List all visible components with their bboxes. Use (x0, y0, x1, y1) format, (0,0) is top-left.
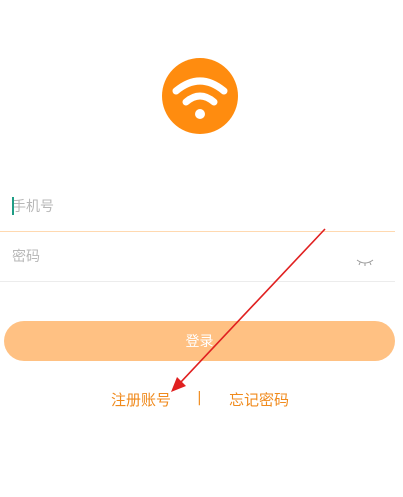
eye-closed-icon[interactable] (355, 252, 375, 266)
phone-input[interactable] (12, 194, 332, 220)
forgot-password-link[interactable]: 忘记密码 (229, 389, 289, 410)
login-button[interactable]: 登录 (4, 321, 395, 361)
wifi-logo-icon (162, 58, 238, 134)
register-link[interactable]: 注册账号 (111, 389, 171, 410)
phone-field (0, 182, 395, 232)
login-screen: 登录 注册账号 | 忘记密码 (0, 0, 403, 497)
link-divider: | (197, 390, 202, 406)
password-input[interactable] (12, 244, 332, 270)
password-field (0, 232, 395, 282)
text-cursor (12, 197, 14, 215)
